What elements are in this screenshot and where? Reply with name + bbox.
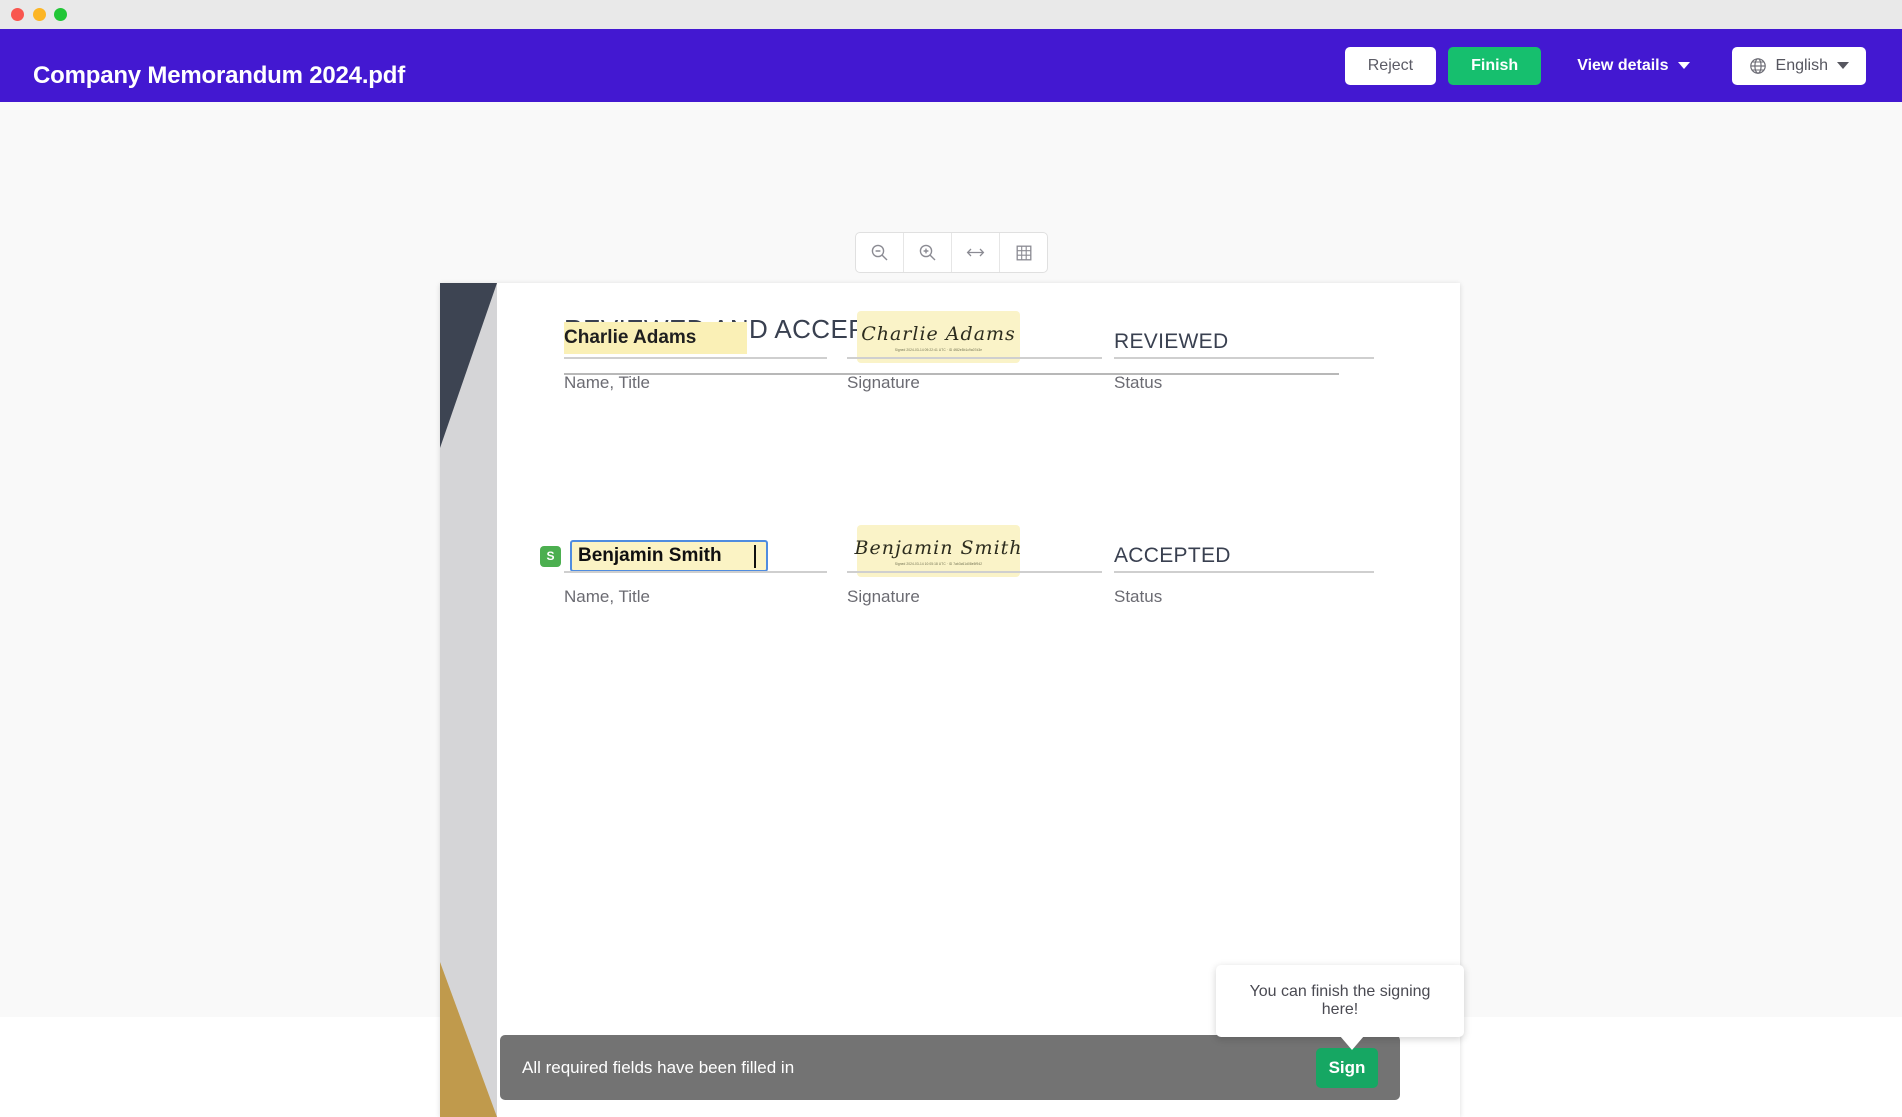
name-value-area[interactable]: S	[564, 512, 827, 568]
signature-stamp[interactable]: Charlie Adams Signed 2024-03-14 09:22:41…	[857, 311, 1020, 363]
zoom-in-button[interactable]	[904, 233, 952, 272]
window-maximize-button[interactable]	[54, 8, 67, 21]
header-actions: Reject Finish View details English	[1345, 29, 1866, 102]
reject-button[interactable]: Reject	[1345, 47, 1436, 85]
field-underline	[847, 571, 1102, 573]
status-value: ACCEPTED	[1114, 544, 1231, 568]
window-minimize-button[interactable]	[33, 8, 46, 21]
finish-signing-tooltip: You can finish the signing here!	[1216, 965, 1464, 1037]
document-title: Company Memorandum 2024.pdf	[33, 62, 405, 90]
chevron-down-icon	[1678, 62, 1690, 69]
name-value-area[interactable]: Charlie Adams	[564, 298, 827, 354]
signature-caption: Signature	[847, 587, 920, 607]
page-decoration-strip	[440, 283, 497, 1117]
view-details-dropdown[interactable]: View details	[1577, 57, 1689, 75]
sign-button[interactable]: Sign	[1316, 1048, 1378, 1088]
page-decoration-bottom-triangle	[440, 962, 497, 1117]
signature-row: S Name, Title Benjamin Smith Signed 2	[497, 607, 1460, 857]
signature-stamp-name: Benjamin Smith	[855, 537, 1023, 559]
status-caption: Status	[1114, 373, 1162, 393]
signature-stamp-name: Charlie Adams	[861, 323, 1016, 345]
field-underline	[1114, 357, 1374, 359]
window-titlebar	[0, 0, 1902, 29]
page-decoration-top-triangle	[440, 283, 497, 448]
fit-width-button[interactable]	[952, 233, 1000, 272]
bottom-action-bar: All required fields have been filled in …	[500, 1035, 1400, 1100]
view-details-label: View details	[1577, 57, 1668, 75]
signature-stamp-meta: Signed 2024-03-14 10:05:18 UTC · ID 7ab3…	[895, 562, 982, 566]
finish-button[interactable]: Finish	[1448, 47, 1541, 85]
status-caption: Status	[1114, 587, 1162, 607]
bottom-bar-message: All required fields have been filled in	[522, 1058, 794, 1078]
tooltip-arrow	[1340, 1036, 1364, 1050]
name-input[interactable]	[570, 540, 768, 572]
zoom-in-icon	[918, 243, 937, 262]
chevron-down-icon	[1837, 62, 1849, 69]
window-close-button[interactable]	[11, 8, 24, 21]
signature-stamp[interactable]: Benjamin Smith Signed 2024-03-14 10:05:1…	[857, 525, 1020, 577]
page-grid-button[interactable]	[1000, 233, 1047, 272]
status-value: REVIEWED	[1114, 330, 1228, 354]
arrows-horizontal-icon	[965, 243, 986, 262]
document-viewer: REVIEWED AND ACCEPTED: Charlie Adams Nam…	[0, 102, 1902, 1017]
grid-icon	[1015, 244, 1033, 262]
field-underline	[1114, 571, 1374, 573]
field-underline	[847, 357, 1102, 359]
app-header: Company Memorandum 2024.pdf Reject Finis…	[0, 29, 1902, 102]
zoom-out-button[interactable]	[856, 233, 904, 272]
language-label: English	[1776, 57, 1828, 75]
zoom-out-icon	[870, 243, 889, 262]
zoom-toolbar	[855, 232, 1048, 273]
globe-icon	[1749, 57, 1767, 75]
language-selector[interactable]: English	[1732, 47, 1866, 85]
signature-caption: Signature	[847, 373, 920, 393]
name-caption: Name, Title	[564, 587, 650, 607]
heading-divider	[564, 373, 1339, 375]
field-underline	[564, 357, 827, 359]
tooltip-text: You can finish the signing here!	[1230, 983, 1450, 1019]
name-field-value[interactable]: Charlie Adams	[564, 322, 747, 354]
status-value-area: ACCEPTED	[1114, 512, 1374, 568]
signer-role-badge[interactable]: S	[540, 546, 561, 567]
active-name-field[interactable]: S	[540, 540, 768, 572]
signature-stamp-meta: Signed 2024-03-14 09:22:41 UTC · ID 4f82…	[895, 348, 982, 352]
text-cursor	[754, 545, 756, 568]
name-caption: Name, Title	[564, 373, 650, 393]
status-value-area: REVIEWED	[1114, 298, 1374, 354]
field-underline	[564, 571, 827, 573]
